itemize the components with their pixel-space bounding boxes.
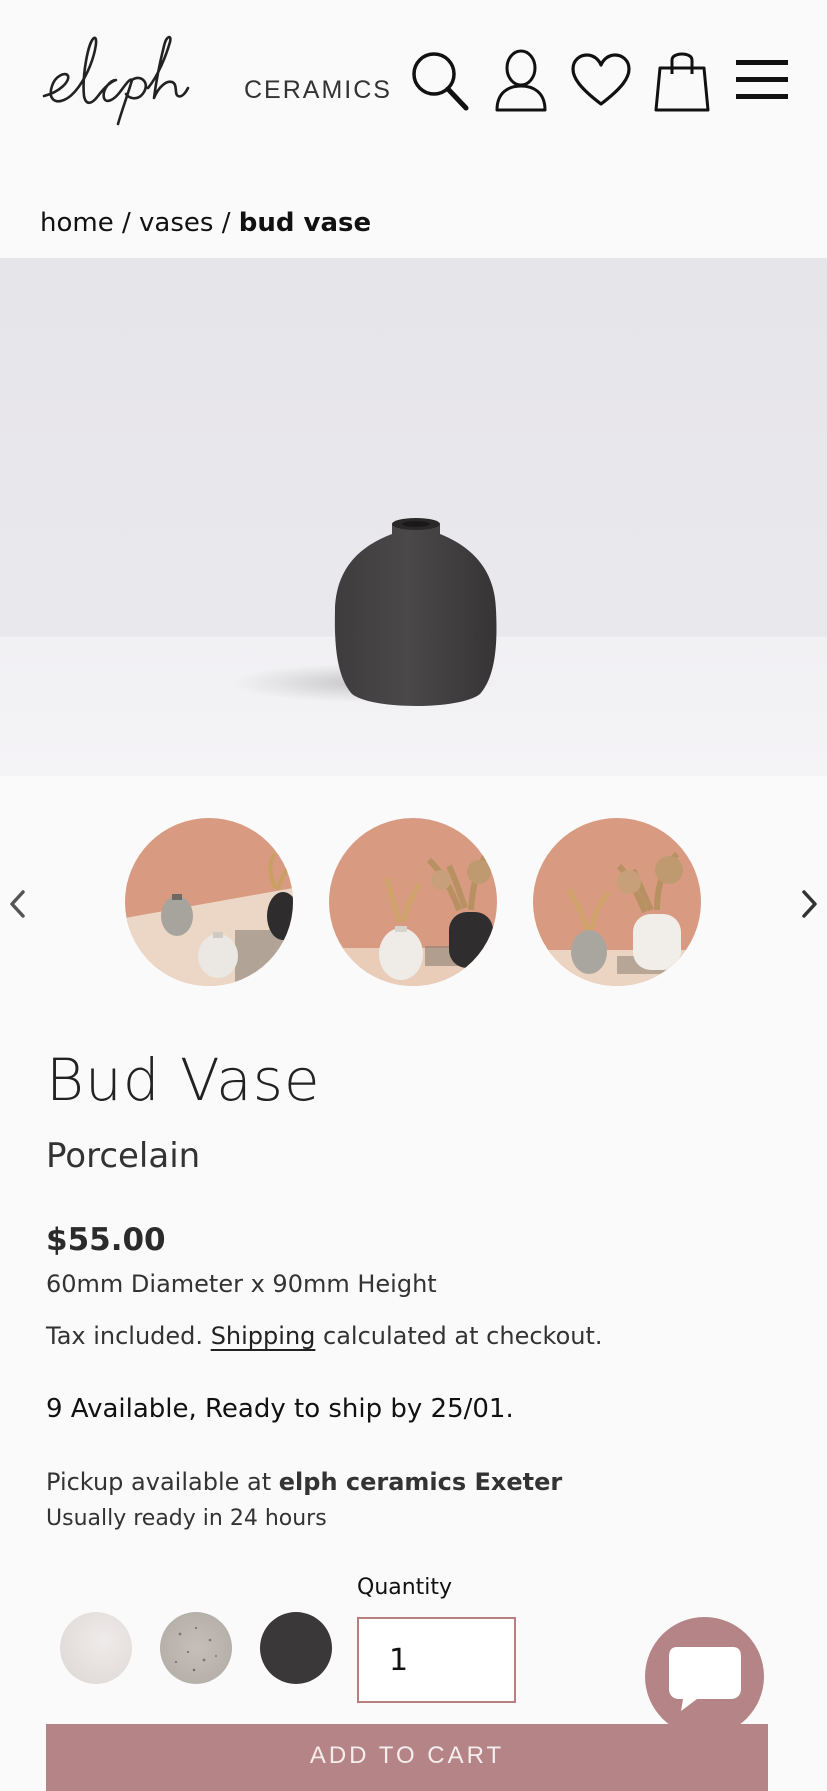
chat-button[interactable] bbox=[645, 1617, 764, 1736]
elph-script-logo bbox=[42, 35, 190, 126]
breadcrumb-current: bud vase bbox=[238, 208, 372, 238]
thumbnail-2[interactable] bbox=[329, 818, 497, 986]
logo-subtitle: CERAMICS bbox=[244, 76, 392, 104]
speckle-texture bbox=[175, 1627, 217, 1672]
search-icon bbox=[412, 52, 469, 111]
breadcrumb: home / vases / bud vase bbox=[40, 208, 371, 238]
product-material: Porcelain bbox=[46, 1136, 201, 1176]
search-button[interactable] bbox=[408, 46, 472, 114]
thumbnail-image-3 bbox=[533, 818, 701, 986]
swatch-white[interactable] bbox=[60, 1612, 132, 1684]
swatch-charcoal[interactable] bbox=[260, 1612, 332, 1684]
tax-shipping-note: Tax included. Shipping calculated at che… bbox=[46, 1322, 603, 1350]
thumbnail-1[interactable] bbox=[125, 818, 293, 986]
vase-illustration bbox=[334, 518, 497, 706]
menu-hamburger-icon bbox=[736, 60, 788, 99]
tax-suffix: calculated at checkout. bbox=[323, 1322, 603, 1350]
chat-bubble-icon bbox=[668, 1646, 741, 1711]
add-to-cart-button[interactable]: ADD TO CART bbox=[46, 1724, 768, 1791]
site-header: elph CERAMICS bbox=[0, 0, 827, 170]
product-price: $55.00 bbox=[46, 1222, 166, 1258]
cart-bag-icon bbox=[654, 52, 710, 112]
quantity-input[interactable]: 1 bbox=[357, 1617, 516, 1703]
pickup-availability: Pickup available at elph ceramics Exeter bbox=[46, 1468, 562, 1496]
brand-logo[interactable]: elph bbox=[40, 26, 220, 136]
menu-button[interactable] bbox=[730, 46, 794, 114]
availability-status: 9 Available, Ready to ship by 25/01. bbox=[46, 1394, 514, 1424]
breadcrumb-vases[interactable]: vases bbox=[139, 208, 213, 238]
cart-button[interactable] bbox=[650, 46, 714, 114]
thumbnail-image-1 bbox=[125, 818, 293, 986]
account-button[interactable] bbox=[489, 46, 553, 114]
carousel-prev-button[interactable] bbox=[0, 882, 34, 926]
shipping-link[interactable]: Shipping bbox=[211, 1322, 316, 1350]
tax-prefix: Tax included. bbox=[46, 1322, 204, 1350]
breadcrumb-home[interactable]: home bbox=[40, 208, 114, 238]
wishlist-heart-icon bbox=[571, 53, 631, 106]
breadcrumb-separator: / bbox=[221, 208, 231, 238]
product-title: Bud Vase bbox=[46, 1046, 321, 1114]
product-dimensions: 60mm Diameter x 90mm Height bbox=[46, 1270, 437, 1298]
logo-text: elph bbox=[220, 26, 221, 27]
carousel-next-button[interactable] bbox=[793, 882, 827, 926]
thumbnail-carousel bbox=[0, 818, 827, 988]
pickup-time: Usually ready in 24 hours bbox=[46, 1506, 327, 1531]
account-icon bbox=[495, 49, 547, 112]
breadcrumb-separator: / bbox=[121, 208, 131, 238]
product-main-image[interactable] bbox=[0, 258, 827, 776]
thumbnail-image-2 bbox=[329, 818, 497, 986]
quantity-label: Quantity bbox=[357, 1575, 453, 1600]
pickup-location: elph ceramics Exeter bbox=[278, 1468, 563, 1496]
thumbnail-3[interactable] bbox=[533, 818, 701, 986]
chevron-right-icon bbox=[802, 890, 817, 918]
wishlist-button[interactable] bbox=[569, 46, 633, 114]
chevron-left-icon bbox=[10, 890, 25, 918]
swatch-speckled[interactable] bbox=[160, 1612, 232, 1684]
pickup-prefix: Pickup available at bbox=[46, 1468, 272, 1496]
